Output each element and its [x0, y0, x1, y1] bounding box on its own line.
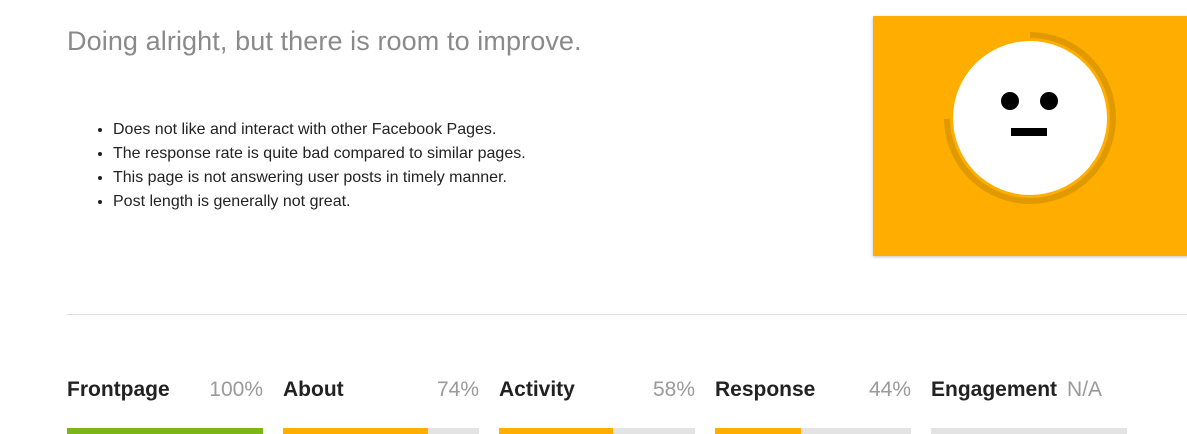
metric-name: Activity [499, 378, 575, 401]
neutral-face-icon [944, 32, 1116, 204]
metric-bar-track [715, 428, 911, 434]
metric-bar-track [283, 428, 479, 434]
metric-frontpage: Frontpage 100% [67, 376, 263, 434]
issue-item: The response rate is quite bad compared … [113, 142, 526, 166]
metric-activity: Activity 58% [499, 376, 695, 434]
left-eye [1001, 92, 1019, 110]
face-circle [953, 41, 1107, 195]
metric-bar-fill [67, 428, 263, 434]
summary-headline: Doing alright, but there is room to impr… [67, 26, 582, 56]
page-score-report: Doing alright, but there is room to impr… [0, 0, 1187, 434]
metric-bar-track [931, 428, 1127, 434]
right-eye [1040, 92, 1058, 110]
metric-engagement: Engagement N/A [931, 376, 1127, 434]
metric-name: Response [715, 378, 816, 401]
metric-value: 44% [868, 378, 911, 401]
issues-list: Does not like and interact with other Fa… [83, 118, 526, 214]
metric-name: About [283, 378, 344, 401]
metric-value: 100% [209, 378, 263, 401]
score-card [873, 16, 1187, 256]
metric-response: Response 44% [715, 376, 911, 434]
metric-bar-fill [499, 428, 613, 434]
metric-bar-fill [715, 428, 802, 434]
issue-item: Post length is generally not great. [113, 190, 526, 214]
metric-bar-track [67, 428, 263, 434]
issue-item: This page is not answering user posts in… [113, 166, 526, 190]
metric-bar-fill [283, 428, 429, 434]
mouth [1011, 128, 1047, 136]
metric-name: Engagement [931, 378, 1058, 401]
issue-item: Does not like and interact with other Fa… [113, 118, 526, 142]
metric-bar-track [499, 428, 695, 434]
metric-name: Frontpage [67, 378, 170, 401]
metric-value: N/A [1067, 378, 1103, 401]
metric-value: 58% [652, 378, 695, 401]
section-divider [67, 314, 1187, 315]
metric-value: 74% [436, 378, 479, 401]
metric-about: About 74% [283, 376, 479, 434]
